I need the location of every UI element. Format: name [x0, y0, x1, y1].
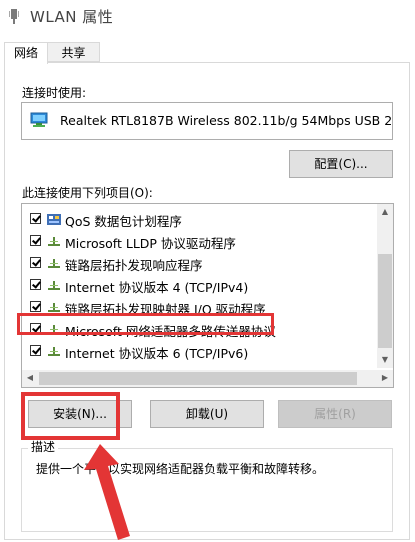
- protocol-icon: [48, 325, 60, 334]
- list-item[interactable]: 链路层拓扑发现响应程序: [26, 253, 366, 275]
- network-adapter-icon: [30, 112, 48, 127]
- configure-button[interactable]: 配置(C)...: [289, 150, 393, 178]
- item-label: QoS 数据包计划程序: [65, 214, 182, 229]
- list-item[interactable]: Internet 协议版本 6 (TCP/IPv6): [26, 341, 366, 363]
- items-label: 此连接使用下列项目(O):: [22, 186, 153, 200]
- title-bar: WLAN 属性: [0, 0, 415, 34]
- list-item[interactable]: Microsoft 网络适配器多路传送器协议: [26, 319, 366, 341]
- item-checkbox[interactable]: [30, 213, 41, 224]
- list-item[interactable]: Microsoft LLDP 协议驱动程序: [26, 231, 366, 253]
- adapter-name: Realtek RTL8187B Wireless 802.11b/g 54Mb…: [60, 113, 393, 128]
- tab-divider: [4, 62, 410, 63]
- item-label: 链路层拓扑发现映射器 I/O 驱动程序: [65, 302, 266, 317]
- item-label: Internet 协议版本 6 (TCP/IPv6): [65, 346, 249, 361]
- scroll-up-icon[interactable]: ▲: [377, 204, 393, 220]
- protocol-icon: [48, 281, 60, 290]
- scroll-left-icon[interactable]: ◀: [22, 370, 38, 386]
- horizontal-scroll-thumb[interactable]: [39, 372, 357, 385]
- item-checkbox[interactable]: [30, 257, 41, 268]
- item-label: Microsoft 网络适配器多路传送器协议: [65, 324, 276, 339]
- window-title: WLAN 属性: [30, 8, 114, 26]
- item-checkbox[interactable]: [30, 279, 41, 290]
- item-label: Microsoft LLDP 协议驱动程序: [65, 236, 236, 251]
- scroll-down-icon[interactable]: ▼: [377, 352, 393, 368]
- install-button[interactable]: 安装(N)...: [28, 400, 132, 428]
- connect-using-label: 连接时使用:: [22, 86, 87, 100]
- item-checkbox[interactable]: [30, 345, 41, 356]
- tab-share[interactable]: 共享: [48, 42, 100, 62]
- properties-button[interactable]: 属性(R): [278, 400, 392, 428]
- items-list[interactable]: QoS 数据包计划程序 Microsoft LLDP 协议驱动程序 链路层拓扑发…: [21, 203, 394, 388]
- uninstall-button[interactable]: 卸载(U): [150, 400, 264, 428]
- item-checkbox[interactable]: [30, 323, 41, 334]
- vertical-scroll-thumb[interactable]: [378, 254, 392, 348]
- qos-scheduler-icon: [47, 214, 61, 225]
- wlan-adapter-icon: [9, 9, 19, 24]
- list-item[interactable]: 链路层拓扑发现映射器 I/O 驱动程序: [26, 297, 366, 319]
- adapter-field: Realtek RTL8187B Wireless 802.11b/g 54Mb…: [21, 102, 393, 140]
- item-checkbox[interactable]: [30, 235, 41, 246]
- item-label: 链路层拓扑发现响应程序: [65, 258, 203, 273]
- list-item[interactable]: QoS 数据包计划程序: [26, 209, 366, 231]
- item-label: Internet 协议版本 4 (TCP/IPv4): [65, 280, 249, 295]
- item-checkbox[interactable]: [30, 301, 41, 312]
- protocol-icon: [48, 303, 60, 312]
- tab-network[interactable]: 网络: [4, 42, 48, 64]
- protocol-icon: [48, 347, 60, 356]
- protocol-icon: [48, 237, 60, 246]
- description-text: 提供一个平台以实现网络适配器负载平衡和故障转移。: [36, 462, 325, 476]
- description-legend: 描述: [28, 438, 59, 455]
- list-item[interactable]: Internet 协议版本 4 (TCP/IPv4): [26, 275, 366, 297]
- protocol-icon: [48, 259, 60, 268]
- scroll-right-icon[interactable]: ▶: [377, 370, 393, 386]
